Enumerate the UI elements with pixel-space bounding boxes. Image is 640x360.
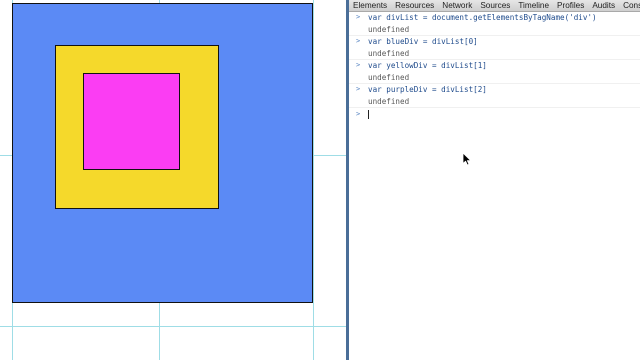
console-result-text: undefined bbox=[368, 72, 410, 82]
prompt-chevron-icon: > bbox=[356, 13, 361, 21]
prompt-chevron-icon: > bbox=[356, 61, 361, 69]
console-result-text: undefined bbox=[368, 96, 410, 106]
text-caret bbox=[368, 109, 369, 119]
prompt-chevron-icon: > bbox=[356, 85, 361, 93]
console-command-row: > var blueDiv = divList[0] bbox=[349, 35, 640, 48]
console-output[interactable]: > var divList = document.getElementsByTa… bbox=[349, 12, 640, 360]
console-result-text: undefined bbox=[368, 48, 410, 58]
screen: Elements Resources Network Sources Timel… bbox=[0, 0, 640, 360]
console-command-text: var purpleDiv = divList[2] bbox=[368, 85, 487, 94]
console-command-row: > var purpleDiv = divList[2] bbox=[349, 83, 640, 96]
console-command-text: var divList = document.getElementsByTagN… bbox=[368, 13, 597, 22]
tab-sources[interactable]: Sources bbox=[476, 1, 514, 11]
console-command-row: > var yellowDiv = divList[1] bbox=[349, 59, 640, 72]
prompt-chevron-icon: > bbox=[356, 37, 361, 45]
console-command-text: var blueDiv = divList[0] bbox=[368, 37, 478, 46]
tab-timeline[interactable]: Timeline bbox=[514, 1, 553, 11]
tab-network[interactable]: Network bbox=[438, 1, 476, 11]
guide-line-vertical bbox=[313, 0, 314, 360]
purple-div[interactable] bbox=[83, 73, 180, 170]
tab-elements[interactable]: Elements bbox=[349, 1, 391, 11]
page-viewport bbox=[0, 0, 346, 360]
devtools-tab-bar: Elements Resources Network Sources Timel… bbox=[349, 0, 640, 12]
console-result-text: undefined bbox=[368, 24, 410, 34]
console-input[interactable]: > bbox=[349, 107, 640, 120]
prompt-chevron-icon: > bbox=[356, 110, 361, 118]
guide-line-horizontal bbox=[0, 326, 346, 327]
tab-resources[interactable]: Resources bbox=[391, 1, 438, 11]
console-command-text: var yellowDiv = divList[1] bbox=[368, 61, 487, 70]
tab-console[interactable]: Cons bbox=[619, 1, 640, 11]
mouse-pointer-icon bbox=[462, 152, 472, 166]
console-command-row: > var divList = document.getElementsByTa… bbox=[349, 12, 640, 24]
tab-audits[interactable]: Audits bbox=[588, 1, 619, 11]
tab-profiles[interactable]: Profiles bbox=[553, 1, 588, 11]
devtools-panel: Elements Resources Network Sources Timel… bbox=[346, 0, 640, 360]
